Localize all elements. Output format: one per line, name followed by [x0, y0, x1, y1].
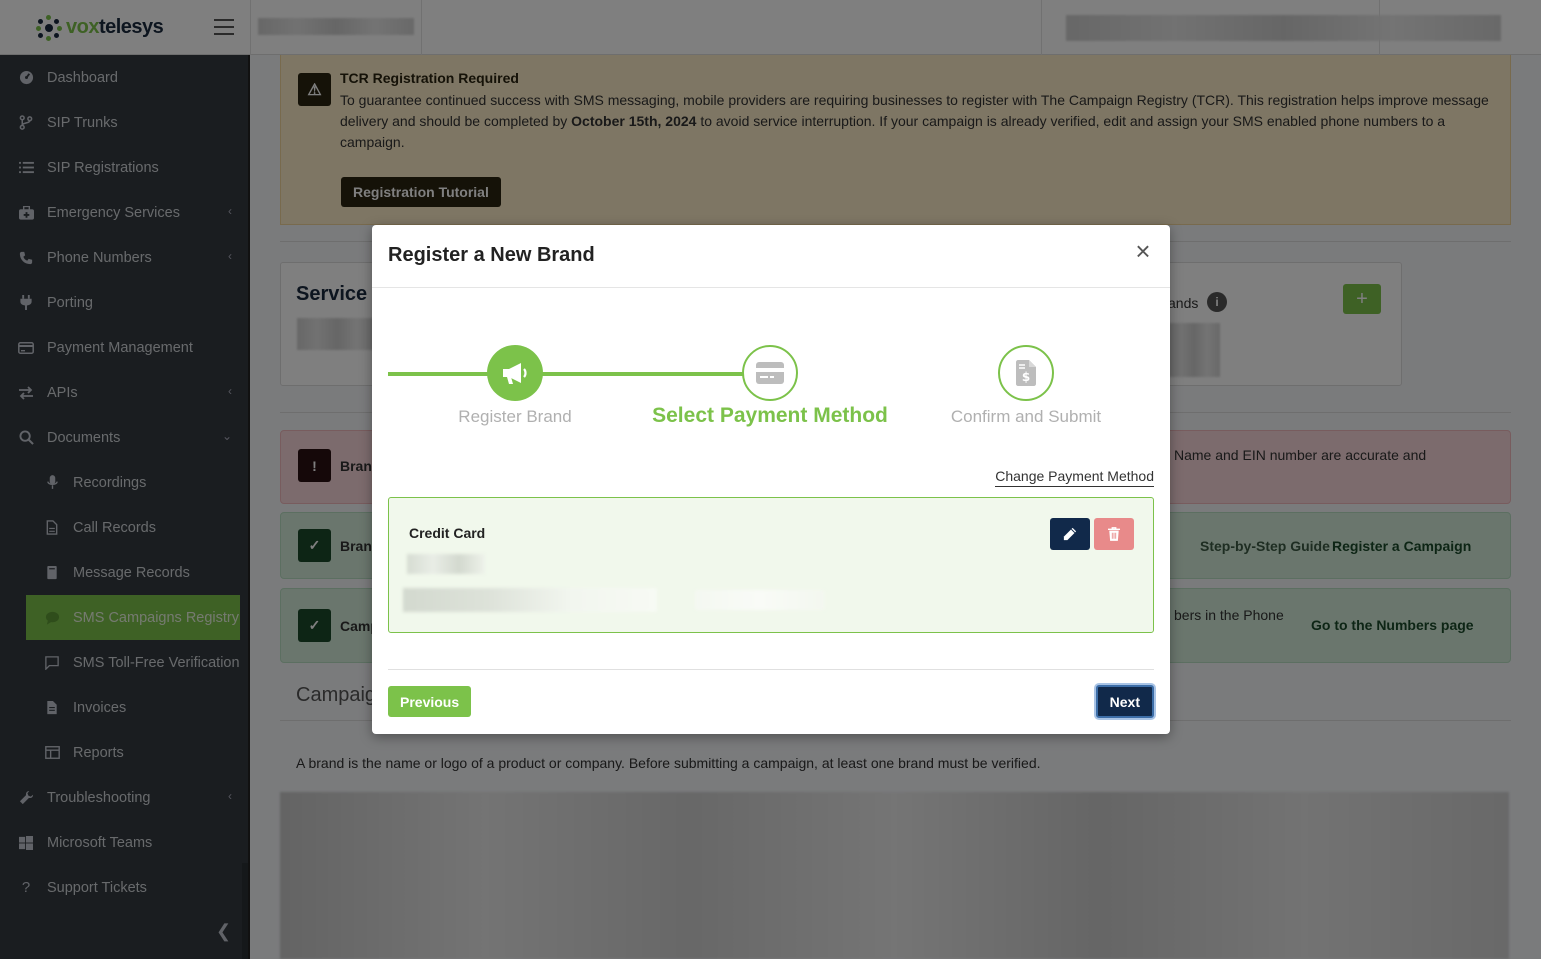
previous-button[interactable]: Previous	[388, 686, 472, 717]
modal-title: Register a New Brand	[388, 244, 595, 266]
change-payment-method-link[interactable]: Change Payment Method	[995, 468, 1154, 487]
step-1-circle	[487, 345, 543, 401]
next-button[interactable]: Next	[1095, 685, 1154, 718]
stepper-progress-line	[388, 372, 770, 376]
payment-card-title: Credit Card	[409, 525, 486, 541]
step-2-label: Select Payment Method	[652, 404, 888, 427]
trash-icon	[1108, 527, 1120, 541]
file-invoice-dollar-icon: $	[1016, 360, 1036, 386]
edit-payment-button[interactable]	[1050, 518, 1090, 550]
pencil-icon	[1063, 527, 1077, 541]
redacted-card-name	[407, 554, 485, 574]
delete-payment-button[interactable]	[1094, 518, 1134, 550]
credit-card-icon	[756, 362, 784, 384]
close-icon[interactable]: ×	[1132, 238, 1154, 264]
step-3-circle: $	[998, 345, 1054, 401]
megaphone-icon	[503, 363, 527, 384]
redacted-card-expiry	[695, 590, 825, 610]
modal-header: Register a New Brand ×	[372, 225, 1170, 288]
svg-text:$: $	[1022, 370, 1030, 384]
register-brand-modal: Register a New Brand × $ Register Brand …	[372, 225, 1170, 734]
redacted-card-number	[403, 588, 657, 612]
step-1-label: Register Brand	[458, 407, 572, 426]
credit-card-payment-card[interactable]: Credit Card	[388, 497, 1154, 633]
modal-footer-divider	[388, 669, 1154, 670]
step-2-circle	[742, 345, 798, 401]
step-3-label: Confirm and Submit	[950, 407, 1102, 426]
